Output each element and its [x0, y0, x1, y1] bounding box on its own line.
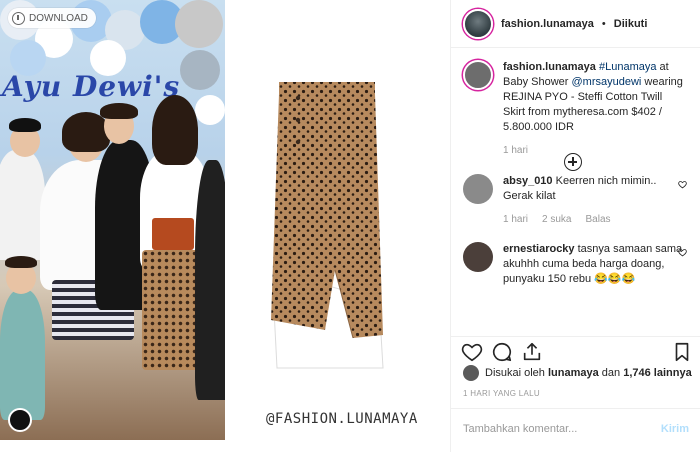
send-button[interactable]: Kirim	[661, 423, 689, 435]
liker-avatar[interactable]	[463, 365, 479, 381]
heart-icon[interactable]	[461, 341, 483, 363]
comments-list: fashion.lunamaya #Lunamaya at Baby Showe…	[451, 60, 700, 302]
person-hair	[100, 103, 138, 119]
person-hair	[62, 112, 110, 152]
likes-prefix: Disukai oleh	[485, 367, 548, 379]
comment-time[interactable]: 1 hari	[503, 212, 528, 227]
share-icon[interactable]	[521, 341, 543, 363]
comment-likes[interactable]: 2 suka	[542, 212, 571, 227]
watermark-text: @FASHION.LUNAMAYA	[266, 411, 418, 427]
reply-button[interactable]: Balas	[585, 212, 610, 227]
comment: ernestiarocky tasnya samaan sama akuhhh …	[451, 242, 700, 302]
comment-meta: 1 hari 2 suka Balas	[503, 212, 687, 227]
post-timestamp[interactable]: 1 HARI YANG LALU	[463, 389, 540, 398]
likes-summary: Disukai oleh lunamaya dan 1,746 lainnya	[463, 365, 692, 381]
balloon	[195, 95, 225, 125]
follow-status-button[interactable]: Diikuti	[614, 18, 648, 30]
comment-username[interactable]: absy_010	[503, 175, 553, 187]
person	[0, 150, 45, 260]
likes-count[interactable]: 1,746 lainnya	[623, 367, 692, 379]
tagged-user-icon[interactable]	[8, 408, 32, 432]
post-header: fashion.lunamaya • Diikuti	[451, 0, 700, 48]
download-button[interactable]: DOWNLOAD	[8, 8, 96, 28]
child-hair	[5, 256, 37, 268]
caption-hashtag[interactable]: #Lunamaya	[599, 61, 657, 73]
post-panel: fashion.lunamaya • Diikuti fashion.lunam…	[450, 0, 700, 452]
download-label: DOWNLOAD	[29, 12, 88, 24]
likes-mid: dan	[598, 367, 624, 379]
comment-body: ernestiarocky tasnya samaan sama akuhhh …	[503, 242, 687, 287]
comment-icon[interactable]	[491, 341, 513, 363]
avatar[interactable]	[463, 8, 493, 39]
person-hair	[9, 118, 41, 132]
header-username[interactable]: fashion.lunamaya	[501, 18, 594, 30]
load-more-comments-button[interactable]	[564, 153, 582, 171]
comment-username[interactable]: ernestiarocky	[503, 243, 575, 255]
post-image[interactable]: Ayu Dewi's DOWNLOAD @FASHION.LUNAMAYA	[0, 0, 450, 452]
caption-meta: 1 hari	[503, 143, 687, 158]
caption-mention[interactable]: @mrsayudewi	[571, 76, 641, 88]
child	[0, 290, 45, 420]
header-separator: •	[601, 17, 606, 30]
comment-body: absy_010 Keerren nich mimin.. Gerak kila…	[503, 174, 687, 204]
person-hair	[152, 95, 198, 165]
caption-avatar[interactable]	[463, 60, 493, 90]
caption-username[interactable]: fashion.lunamaya	[503, 61, 596, 73]
balloon	[175, 0, 223, 48]
bookmark-icon[interactable]	[671, 341, 693, 363]
caption: fashion.lunamaya #Lunamaya at Baby Showe…	[451, 60, 700, 156]
likes-text: Disukai oleh lunamaya dan 1,746 lainnya	[485, 367, 692, 379]
comment-like-icon[interactable]	[678, 180, 687, 189]
orange-bag	[152, 218, 194, 250]
party-photo: Ayu Dewi's DOWNLOAD	[0, 0, 225, 440]
liker-username[interactable]: lunamaya	[548, 367, 599, 379]
comment-avatar[interactable]	[463, 242, 493, 272]
action-bar	[451, 336, 700, 366]
comment-input[interactable]	[463, 422, 661, 435]
comment-avatar[interactable]	[463, 174, 493, 204]
banner-text: Ayu Dewi's	[2, 70, 181, 103]
comment-like-icon[interactable]	[678, 248, 687, 257]
skirt-image	[271, 82, 384, 369]
caption-time[interactable]: 1 hari	[503, 143, 528, 158]
caption-body: fashion.lunamaya #Lunamaya at Baby Showe…	[503, 60, 687, 135]
comment: absy_010 Keerren nich mimin.. Gerak kila…	[451, 174, 700, 242]
balloon	[180, 50, 220, 90]
download-icon	[12, 11, 25, 25]
person-edge	[195, 160, 225, 400]
comment-form: Kirim	[451, 408, 700, 448]
